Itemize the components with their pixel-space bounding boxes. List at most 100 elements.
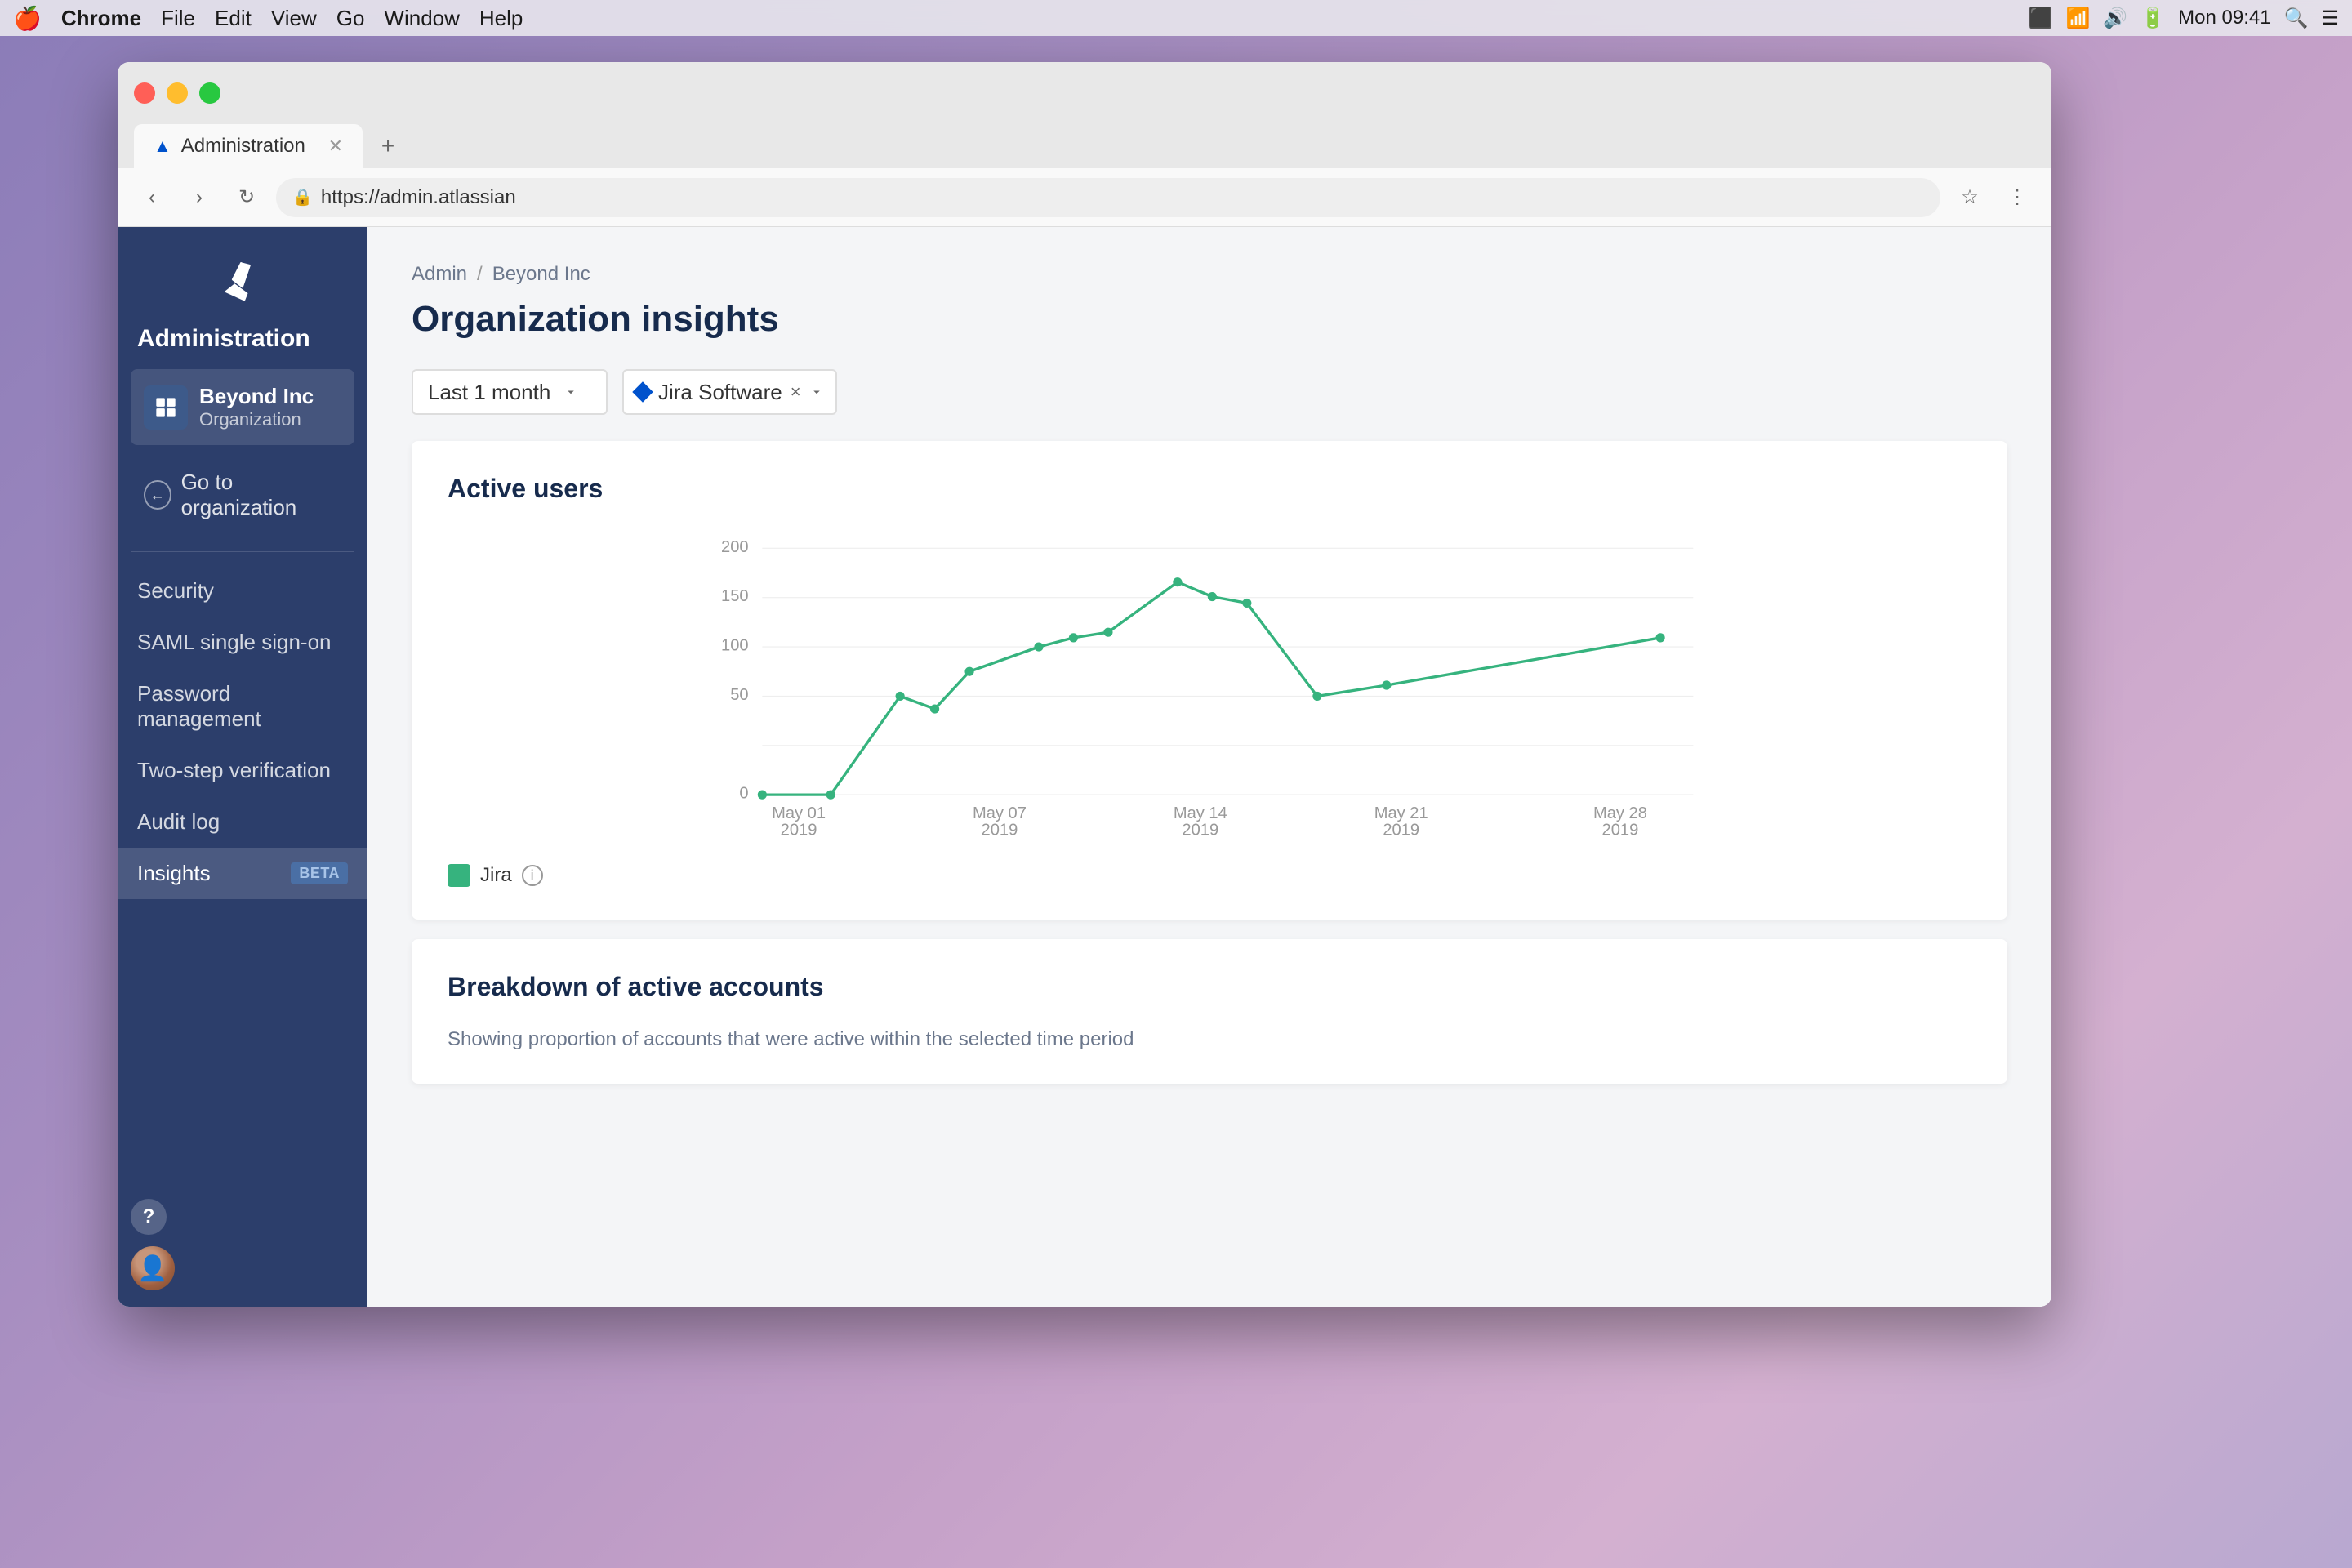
- sidebar-item-insights-label: Insights: [137, 861, 211, 886]
- svg-text:May 01: May 01: [772, 804, 826, 822]
- url-text: https://admin.atlassian: [321, 186, 516, 209]
- help-button[interactable]: ?: [131, 1199, 167, 1235]
- app-name-menu[interactable]: Chrome: [61, 6, 141, 31]
- svg-text:May 21: May 21: [1374, 804, 1428, 822]
- beta-badge: BETA: [291, 862, 348, 884]
- browser-toolbar: ‹ › ↻ 🔒 https://admin.atlassian ☆ ⋮: [118, 168, 2051, 227]
- new-tab-button[interactable]: +: [369, 127, 407, 165]
- minimize-window-button[interactable]: [167, 82, 188, 104]
- sidebar-item-auditlog[interactable]: Audit log: [118, 796, 368, 848]
- menu-window[interactable]: Window: [384, 6, 459, 31]
- chart-container: 200 150 100 50 0: [448, 530, 1971, 844]
- search-icon[interactable]: 🔍: [2284, 7, 2309, 30]
- time-period-label: Last 1 month: [428, 380, 550, 405]
- lock-icon: 🔒: [292, 187, 313, 207]
- browser-chrome: ▲ Administration ✕ + ‹ › ↻ 🔒 https://adm…: [118, 62, 2051, 227]
- menu-bar-right: ⬛ 📶 🔊 🔋 Mon 09:41 🔍 ☰: [2029, 7, 2339, 30]
- sidebar-item-insights[interactable]: Insights BETA: [118, 848, 368, 899]
- svg-text:150: 150: [721, 587, 749, 605]
- cast-icon: ⬛: [2029, 7, 2053, 30]
- svg-text:50: 50: [730, 686, 748, 704]
- sidebar-item-saml[interactable]: SAML single sign-on: [118, 617, 368, 668]
- battery-icon: 🔋: [2140, 7, 2165, 30]
- traffic-lights: [134, 82, 220, 104]
- tab-favicon: ▲: [154, 136, 172, 157]
- bookmark-icon[interactable]: ☆: [1952, 180, 1988, 216]
- back-button[interactable]: ‹: [134, 180, 170, 216]
- svg-text:May 07: May 07: [973, 804, 1027, 822]
- menu-view[interactable]: View: [271, 6, 317, 31]
- svg-text:2019: 2019: [1383, 821, 1419, 839]
- active-tab[interactable]: ▲ Administration ✕: [134, 124, 363, 168]
- more-options-icon[interactable]: ⋮: [1999, 180, 2035, 216]
- org-icon: [144, 385, 188, 430]
- sidebar-item-security[interactable]: Security: [118, 565, 368, 617]
- maximize-window-button[interactable]: [199, 82, 220, 104]
- breadcrumb: Admin / Beyond Inc: [412, 263, 2007, 286]
- breakdown-title: Breakdown of active accounts: [448, 972, 1971, 1002]
- org-name: Beyond Inc: [199, 384, 314, 409]
- wifi-icon: 📶: [2066, 7, 2091, 30]
- sidebar-item-password[interactable]: Password management: [118, 668, 368, 745]
- product-filter-clear-icon[interactable]: ×: [791, 381, 801, 403]
- menu-file[interactable]: File: [161, 6, 195, 31]
- menu-bar: 🍎 Chrome File Edit View Go Window Help ⬛…: [0, 0, 2352, 36]
- tab-close-icon[interactable]: ✕: [328, 136, 343, 157]
- jira-diamond-icon: [632, 381, 653, 402]
- svg-text:0: 0: [739, 785, 748, 803]
- volume-icon: 🔊: [2103, 7, 2127, 30]
- breakdown-subtitle: Showing proportion of accounts that were…: [448, 1028, 1971, 1051]
- browser-window: ▲ Administration ✕ + ‹ › ↻ 🔒 https://adm…: [118, 62, 2051, 1307]
- address-bar[interactable]: 🔒 https://admin.atlassian: [276, 178, 1940, 217]
- breadcrumb-admin[interactable]: Admin: [412, 263, 467, 286]
- time-period-filter[interactable]: Last 1 month: [412, 369, 608, 415]
- product-filter[interactable]: Jira Software ×: [622, 369, 837, 415]
- app-content: Administration Beyond Inc Organization: [118, 227, 2051, 1307]
- nav-section-title: Administration: [118, 325, 368, 369]
- menu-go[interactable]: Go: [336, 6, 365, 31]
- menu-help[interactable]: Help: [479, 6, 523, 31]
- legend-color-jira: [448, 864, 470, 887]
- browser-titlebar: [118, 62, 2051, 124]
- time-period-chevron-icon: [564, 385, 578, 399]
- active-users-title: Active users: [448, 474, 1971, 504]
- breadcrumb-separator: /: [477, 263, 483, 286]
- sidebar-item-twostep[interactable]: Two-step verification: [118, 745, 368, 796]
- page-title: Organization insights: [412, 299, 2007, 340]
- active-users-card: Active users 200 150 100 5: [412, 441, 2007, 920]
- svg-text:May 14: May 14: [1174, 804, 1227, 822]
- sidebar-item-security-label: Security: [137, 578, 214, 604]
- svg-text:2019: 2019: [781, 821, 817, 839]
- menu-edit[interactable]: Edit: [215, 6, 252, 31]
- apple-menu-icon[interactable]: 🍎: [13, 5, 42, 32]
- svg-text:100: 100: [721, 637, 749, 655]
- tab-title: Administration: [181, 135, 305, 158]
- org-type: Organization: [199, 409, 314, 430]
- logo-svg: [221, 260, 264, 302]
- close-window-button[interactable]: [134, 82, 155, 104]
- go-to-org-button[interactable]: ← Go to organization: [131, 461, 354, 528]
- left-nav: Administration Beyond Inc Organization: [118, 227, 368, 1307]
- svg-text:2019: 2019: [1182, 821, 1218, 839]
- menu-bar-left: 🍎 Chrome File Edit View Go Window Help: [13, 5, 523, 32]
- time-display: Mon 09:41: [2178, 7, 2270, 29]
- sidebar-item-password-label: Password management: [137, 681, 348, 732]
- atlassian-logo: [118, 247, 368, 325]
- legend-label-jira: Jira: [480, 864, 512, 887]
- product-filter-label: Jira Software: [658, 380, 782, 405]
- org-block[interactable]: Beyond Inc Organization: [131, 369, 354, 445]
- control-center-icon[interactable]: ☰: [2321, 7, 2339, 30]
- filters: Last 1 month Jira Software ×: [412, 369, 2007, 415]
- chart-legend: Jira i: [448, 864, 1971, 887]
- breakdown-card: Breakdown of active accounts Showing pro…: [412, 939, 2007, 1084]
- org-info: Beyond Inc Organization: [199, 384, 314, 430]
- forward-button[interactable]: ›: [181, 180, 217, 216]
- refresh-button[interactable]: ↻: [229, 180, 265, 216]
- go-to-org-icon: ←: [144, 480, 172, 510]
- user-avatar[interactable]: 👤: [131, 1246, 175, 1290]
- legend-info-icon[interactable]: i: [522, 865, 543, 886]
- nav-divider: [131, 551, 354, 552]
- active-users-chart-svg: 200 150 100 50 0: [448, 530, 1971, 840]
- main-content: Admin / Beyond Inc Organization insights…: [368, 227, 2051, 1307]
- tab-bar: ▲ Administration ✕ +: [118, 124, 2051, 168]
